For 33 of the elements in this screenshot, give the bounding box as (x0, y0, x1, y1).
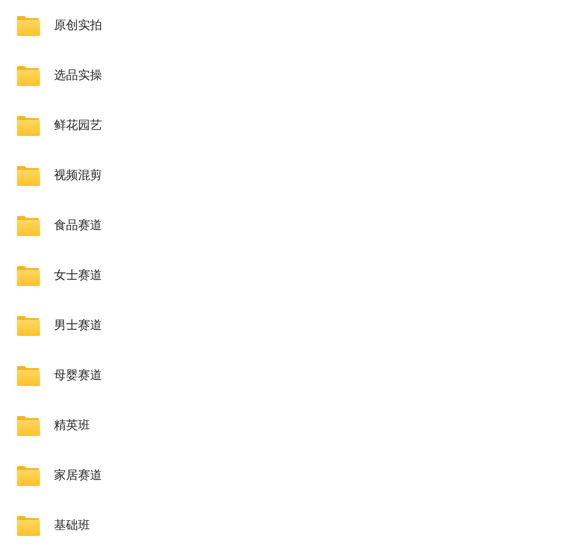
folder-name: 鲜花园艺 (54, 117, 102, 134)
folder-name: 原创实拍 (54, 17, 102, 34)
folder-icon (16, 414, 40, 436)
folder-icon (16, 514, 40, 536)
folder-icon (16, 464, 40, 486)
folder-item[interactable]: 视频混剪 (0, 150, 561, 200)
folder-name: 男士赛道 (54, 317, 102, 334)
folder-icon (16, 164, 40, 186)
folder-name: 精英班 (54, 417, 90, 434)
folder-item[interactable]: 基础班 (0, 500, 561, 550)
folder-item[interactable]: 精英班 (0, 400, 561, 450)
folder-item[interactable]: 家居赛道 (0, 450, 561, 500)
folder-name: 女士赛道 (54, 267, 102, 284)
folder-item[interactable]: 选品实操 (0, 50, 561, 100)
folder-item[interactable]: 食品赛道 (0, 200, 561, 250)
folder-name: 选品实操 (54, 67, 102, 84)
folder-name: 基础班 (54, 517, 90, 534)
folder-item[interactable]: 男士赛道 (0, 300, 561, 350)
folder-icon (16, 114, 40, 136)
folder-icon (16, 364, 40, 386)
folder-item[interactable]: 鲜花园艺 (0, 100, 561, 150)
folder-name: 家居赛道 (54, 467, 102, 484)
folder-icon (16, 214, 40, 236)
folder-name: 视频混剪 (54, 167, 102, 184)
folder-name: 母婴赛道 (54, 367, 102, 384)
folder-item[interactable]: 母婴赛道 (0, 350, 561, 400)
folder-icon (16, 314, 40, 336)
folder-icon (16, 264, 40, 286)
folder-icon (16, 14, 40, 36)
folder-name: 食品赛道 (54, 217, 102, 234)
folder-item[interactable]: 女士赛道 (0, 250, 561, 300)
folder-icon (16, 64, 40, 86)
folder-item[interactable]: 原创实拍 (0, 0, 561, 50)
